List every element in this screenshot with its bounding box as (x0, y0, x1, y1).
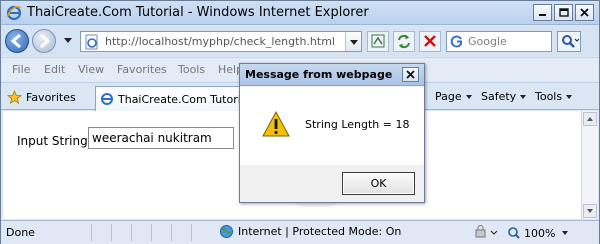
search-placeholder: Google (468, 35, 507, 48)
favorites-label: Favorites (26, 90, 76, 104)
globe-icon (220, 225, 233, 238)
ie-logo-icon (6, 5, 22, 21)
input-string-label: Input String (17, 134, 88, 148)
zoom-control[interactable]: 100% (507, 226, 569, 240)
window-controls (533, 4, 594, 21)
vertical-scrollbar[interactable] (581, 111, 598, 219)
status-divider (171, 224, 187, 241)
status-divider (191, 224, 207, 241)
menu-edit[interactable]: Edit (44, 63, 65, 76)
tab-thaicreate[interactable]: ThaiCreate.Com Tutorial (95, 86, 251, 111)
address-bar[interactable]: http://localhost/myphp/check_length.html (80, 31, 362, 52)
safety-menu-label: Safety (481, 90, 517, 103)
scroll-down-icon[interactable] (583, 204, 597, 218)
favorites-button[interactable]: Favorites (7, 88, 76, 106)
menu-file[interactable]: File (12, 63, 30, 76)
maximize-icon[interactable] (554, 4, 573, 21)
compatibility-view-button[interactable] (367, 31, 389, 52)
input-string-field[interactable] (88, 127, 234, 149)
star-icon (7, 89, 22, 104)
back-button[interactable] (5, 29, 29, 53)
refresh-icon[interactable] (393, 31, 415, 52)
scroll-up-icon[interactable] (583, 112, 597, 126)
window-title: ThaiCreate.Com Tutorial - Windows Intern… (27, 5, 369, 20)
search-input[interactable]: Google (446, 31, 552, 52)
ok-button[interactable]: OK (342, 172, 415, 195)
dialog-message: String Length = 18 (305, 118, 410, 131)
google-icon (449, 34, 464, 49)
address-row: http://localhost/myphp/check_length.html… (1, 26, 599, 56)
stop-icon[interactable] (419, 31, 441, 52)
zoom-icon (508, 227, 520, 239)
menu-view[interactable]: View (78, 63, 104, 76)
menu-tools[interactable]: Tools (178, 63, 205, 76)
security-zone[interactable]: Internet | Protected Mode: On (219, 224, 401, 239)
status-divider (91, 224, 107, 241)
page-menu-label: Page (435, 90, 462, 103)
chevron-down-icon (566, 95, 573, 99)
url-dropdown-icon[interactable] (345, 32, 361, 51)
minimize-icon[interactable] (533, 4, 552, 21)
dialog-body: String Length = 18 (240, 87, 424, 165)
zone-text: Internet | Protected Mode: On (238, 225, 402, 238)
browser-window: ThaiCreate.Com Tutorial - Windows Intern… (0, 0, 600, 244)
history-dropdown-icon[interactable] (64, 38, 72, 43)
chevron-down-icon (465, 95, 472, 99)
page-menu-button[interactable]: Page (435, 90, 472, 103)
tools-menu-button[interactable]: Tools (535, 90, 573, 103)
chevron-down-icon (562, 231, 569, 235)
warning-icon (262, 111, 290, 137)
protected-mode-icon[interactable] (473, 224, 501, 241)
status-text: Done (6, 226, 35, 239)
menu-favorites[interactable]: Favorites (117, 63, 167, 76)
status-divider (111, 224, 127, 241)
ie-page-icon (101, 93, 113, 105)
zoom-level: 100% (524, 226, 556, 240)
dialog-title-bar[interactable]: Message from webpage (240, 64, 424, 86)
status-bar: Done Internet | Protected Mode: On 100% (1, 220, 599, 244)
forward-button[interactable] (32, 29, 56, 53)
close-icon[interactable] (575, 4, 594, 21)
tools-menu-label: Tools (535, 90, 563, 103)
safety-menu-button[interactable]: Safety (481, 90, 527, 103)
page-icon (85, 34, 98, 50)
status-divider (131, 224, 147, 241)
url-text[interactable]: http://localhost/myphp/check_length.html (105, 35, 335, 48)
tab-label: ThaiCreate.Com Tutorial (118, 93, 251, 106)
chevron-down-icon (520, 95, 527, 99)
close-icon[interactable] (402, 67, 419, 82)
dialog-title: Message from webpage (245, 68, 393, 81)
alert-dialog: Message from webpage String Length = 18 … (239, 63, 425, 203)
status-divider (151, 224, 167, 241)
title-bar: ThaiCreate.Com Tutorial - Windows Intern… (1, 1, 599, 25)
search-icon[interactable] (557, 31, 581, 52)
